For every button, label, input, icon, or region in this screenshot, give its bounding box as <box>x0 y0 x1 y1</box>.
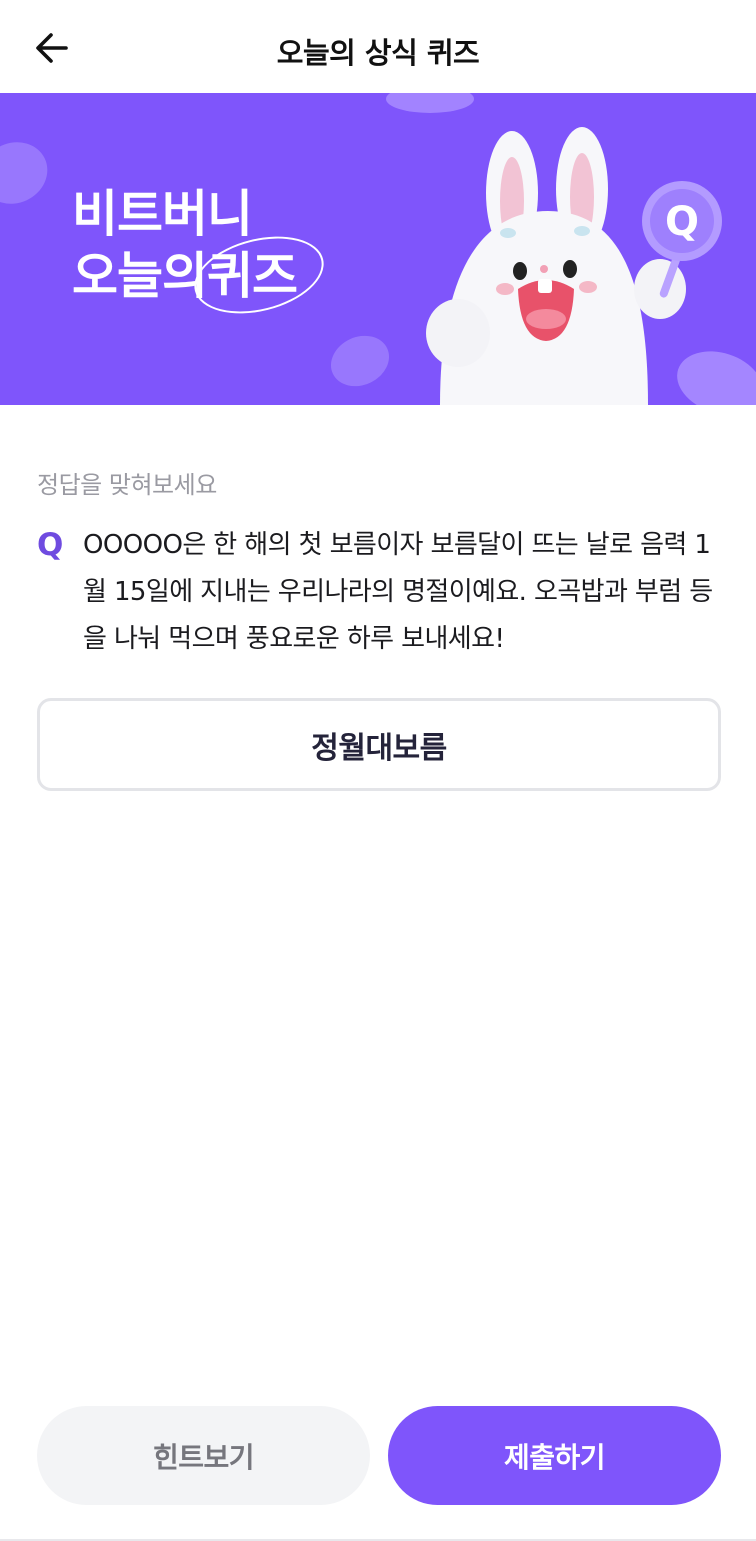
app-header: 오늘의 상식 퀴즈 <box>0 0 756 93</box>
coin-decoration <box>677 351 756 405</box>
banner-title-line2: 오늘의 퀴즈 <box>72 224 332 326</box>
answer-input[interactable]: 정월대보름 <box>37 698 721 791</box>
banner-title: 비트버니 오늘의 퀴즈 <box>72 183 332 326</box>
banner-title-highlight: 퀴즈 <box>186 224 332 326</box>
banner-title-line1: 비트버니 <box>72 185 253 243</box>
quiz-prompt: 정답을 맞혀보세요 <box>37 471 217 499</box>
svg-text:Q: Q <box>665 199 699 245</box>
answer-value: 정월대보름 <box>311 730 447 766</box>
hint-button[interactable]: 힌트보기 <box>37 1406 370 1505</box>
banner-title-prefix: 오늘의 <box>72 247 208 305</box>
bunny-mascot <box>426 127 686 405</box>
page-title: 오늘의 상식 퀴즈 <box>276 36 480 70</box>
coin-decoration <box>386 93 474 113</box>
coin-decoration <box>330 335 390 387</box>
quiz-banner: Q 비트버니 오늘의 퀴즈 <box>0 93 756 405</box>
submit-button[interactable]: 제출하기 <box>388 1406 721 1505</box>
question-marker: Q <box>37 527 64 563</box>
question-text: OOOOO은 한 해의 첫 보름이자 보름달이 뜨는 날로 음력 1월 15일에… <box>83 530 713 654</box>
coin-decoration <box>0 142 48 204</box>
